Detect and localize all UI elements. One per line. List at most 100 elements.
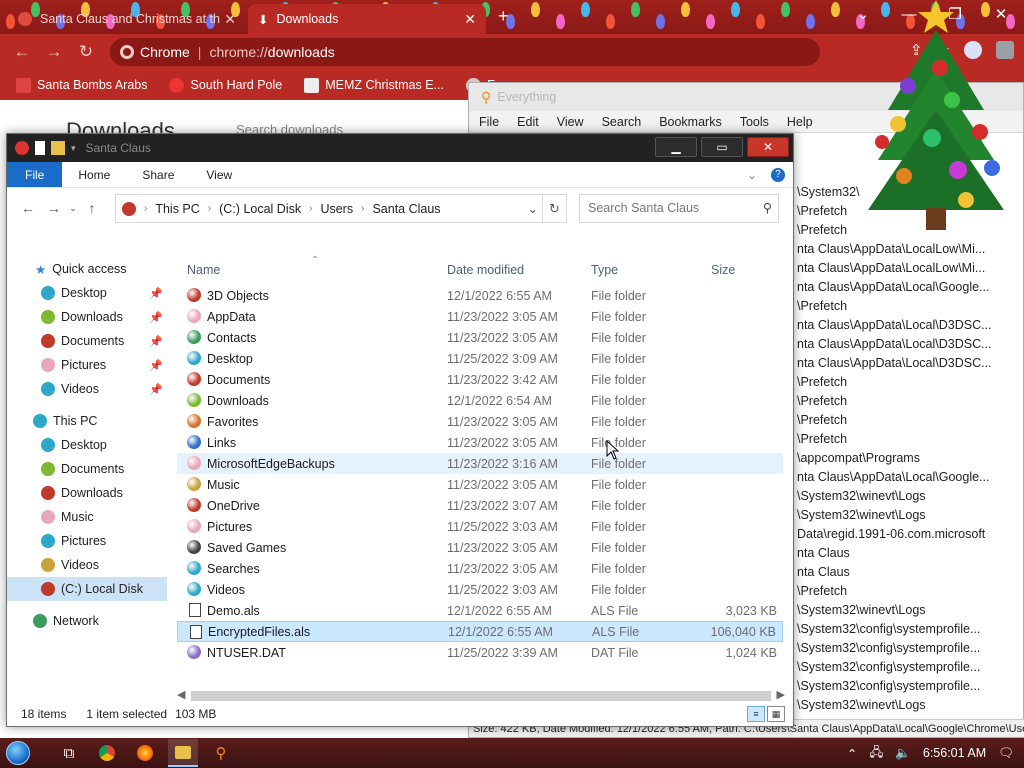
- file-row[interactable]: Videos 11/25/2022 3:03 AM File folder: [177, 579, 783, 600]
- address-bar[interactable]: Chrome | chrome:// downloads: [110, 38, 820, 66]
- close-button[interactable]: ✕: [747, 137, 789, 157]
- file-row[interactable]: OneDrive 11/23/2022 3:07 AM File folder: [177, 495, 783, 516]
- nav-network[interactable]: Network: [7, 609, 167, 633]
- breadcrumb-this-pc[interactable]: This PC: [151, 202, 203, 216]
- chevron-right-icon[interactable]: ›: [140, 203, 151, 214]
- chevron-down-icon[interactable]: ⌄: [528, 201, 538, 216]
- start-button[interactable]: [0, 738, 36, 768]
- everything-result-row[interactable]: \Prefetch: [797, 582, 1024, 601]
- breadcrumb-users[interactable]: Users: [316, 202, 357, 216]
- everything-result-row[interactable]: \Prefetch: [797, 411, 1024, 430]
- large-icons-view-icon[interactable]: ▦: [767, 706, 785, 722]
- nav-quick-videos[interactable]: Videos 📌: [7, 377, 167, 401]
- breadcrumb-local-disk[interactable]: (C:) Local Disk: [215, 202, 305, 216]
- back-arrow-icon[interactable]: ←: [15, 200, 41, 216]
- everything-result-row[interactable]: \System32\winevt\Logs: [797, 601, 1024, 620]
- everything-result-row[interactable]: \System32\config\systemprofile...: [797, 658, 1024, 677]
- menu-search[interactable]: Search: [602, 115, 642, 129]
- show-hidden-icons-icon[interactable]: ⌃: [847, 746, 857, 761]
- nav-quick-downloads[interactable]: Downloads 📌: [7, 305, 167, 329]
- nav-pc-6[interactable]: (C:) Local Disk: [7, 577, 167, 601]
- bookmark-item[interactable]: South Hard Pole: [169, 77, 282, 93]
- nav-pc-1[interactable]: Documents: [7, 457, 167, 481]
- file-row[interactable]: Downloads 12/1/2022 6:54 AM File folder: [177, 390, 783, 411]
- nav-pc-4[interactable]: Pictures: [7, 529, 167, 553]
- everything-result-row[interactable]: nta Claus\AppData\Local\Google...: [797, 468, 1024, 487]
- ribbon-tab-home[interactable]: Home: [62, 162, 126, 187]
- file-row[interactable]: Demo.als 12/1/2022 6:55 AM ALS File 3,023 K…: [177, 600, 783, 621]
- refresh-icon[interactable]: ↻: [542, 195, 566, 222]
- everything-result-row[interactable]: nta Claus\AppData\LocalLow\Mi...: [797, 240, 1024, 259]
- recent-locations-icon[interactable]: ⌄: [67, 203, 79, 214]
- chrome-taskbar-icon[interactable]: [92, 739, 122, 767]
- file-row[interactable]: Contacts 11/23/2022 3:05 AM File folder: [177, 327, 783, 348]
- bookmark-item[interactable]: Santa Bombs Arabs: [16, 77, 147, 93]
- customize-toolbar-icon[interactable]: ▾: [71, 143, 76, 154]
- firefox-taskbar-icon[interactable]: [130, 739, 160, 767]
- everything-result-row[interactable]: nta Claus\AppData\LocalLow\Mi...: [797, 259, 1024, 278]
- everything-result-row[interactable]: Data\regid.1991-06.com.microsoft: [797, 525, 1024, 544]
- horizontal-scrollbar[interactable]: ◀ ▶: [173, 689, 789, 703]
- forward-button[interactable]: →: [38, 42, 70, 62]
- menu-file[interactable]: File: [479, 115, 499, 129]
- column-size[interactable]: Size: [711, 263, 735, 277]
- nav-pc-2[interactable]: Downloads: [7, 481, 167, 505]
- breadcrumb-santa-claus[interactable]: Santa Claus: [368, 202, 444, 216]
- file-row[interactable]: Links 11/23/2022 3:05 AM File folder: [177, 432, 783, 453]
- everything-result-row[interactable]: nta Claus: [797, 544, 1024, 563]
- details-view-icon[interactable]: ≡: [747, 706, 765, 722]
- menu-edit[interactable]: Edit: [517, 115, 539, 129]
- nav-quick-pictures[interactable]: Pictures 📌: [7, 353, 167, 377]
- chevron-right-icon[interactable]: ›: [305, 203, 316, 214]
- file-row[interactable]: EncryptedFiles.als 12/1/2022 6:55 AM ALS F…: [177, 621, 783, 642]
- everything-result-row[interactable]: nta Claus: [797, 563, 1024, 582]
- maximize-button[interactable]: ▭: [701, 137, 743, 157]
- file-row[interactable]: Desktop 11/25/2022 3:09 AM File folder: [177, 348, 783, 369]
- file-row[interactable]: Favorites 11/23/2022 3:05 AM File folder: [177, 411, 783, 432]
- new-tab-button[interactable]: +: [498, 6, 509, 27]
- nav-quick-desktop[interactable]: Desktop 📌: [7, 281, 167, 305]
- chrome-tab-santa[interactable]: Santa Claus and Christmas at th ✕: [8, 4, 246, 34]
- explorer-address-bar[interactable]: › This PC › (C:) Local Disk › Users › Sa…: [115, 194, 567, 223]
- everything-result-row[interactable]: \Prefetch: [797, 392, 1024, 411]
- everything-result-row[interactable]: \System32\config\systemprofile...: [797, 677, 1024, 696]
- everything-result-row[interactable]: \appcompat\Programs: [797, 449, 1024, 468]
- tab-close-icon[interactable]: ✕: [224, 11, 236, 28]
- expand-ribbon-icon[interactable]: ⌄: [747, 168, 757, 182]
- chevron-right-icon[interactable]: ›: [357, 203, 368, 214]
- everything-result-row[interactable]: nta Claus\AppData\Local\D3DSC...: [797, 354, 1024, 373]
- everything-result-row[interactable]: \System32\winevt\Logs: [797, 506, 1024, 525]
- explorer-search-input[interactable]: Search Santa Claus ⚲: [579, 194, 779, 223]
- minimize-button[interactable]: ▁: [655, 137, 697, 157]
- scrollbar-thumb[interactable]: [191, 691, 771, 701]
- new-folder-icon[interactable]: [51, 141, 65, 155]
- chrome-tab-downloads[interactable]: ⬇ Downloads ✕: [248, 4, 486, 34]
- ribbon-tab-share[interactable]: Share: [126, 162, 190, 187]
- chevron-right-icon[interactable]: ›: [204, 203, 215, 214]
- ribbon-tab-file[interactable]: File: [7, 162, 63, 187]
- nav-this-pc[interactable]: This PC: [7, 409, 167, 433]
- everything-result-row[interactable]: \Prefetch: [797, 373, 1024, 392]
- everything-result-row[interactable]: nta Claus\AppData\Local\D3DSC...: [797, 316, 1024, 335]
- scroll-right-icon[interactable]: ▶: [777, 688, 785, 701]
- file-row[interactable]: AppData 11/23/2022 3:05 AM File folder: [177, 306, 783, 327]
- file-row[interactable]: MicrosoftEdgeBackups 11/23/2022 3:16 AM Fi…: [177, 453, 783, 474]
- scroll-left-icon[interactable]: ◀: [177, 688, 185, 701]
- nav-quick-access[interactable]: ★ Quick access: [7, 257, 167, 281]
- back-button[interactable]: ←: [6, 42, 38, 62]
- everything-result-row[interactable]: \System32\config\systemprofile...: [797, 639, 1024, 658]
- file-explorer-taskbar-icon[interactable]: [168, 739, 198, 767]
- up-arrow-icon[interactable]: ↑: [79, 200, 105, 216]
- everything-result-row[interactable]: nta Claus\AppData\Local\Google...: [797, 278, 1024, 297]
- everything-result-row[interactable]: \System32\config\systemprofile...: [797, 620, 1024, 639]
- column-name[interactable]: Name: [187, 263, 220, 277]
- column-type[interactable]: Type: [591, 263, 618, 277]
- volume-icon[interactable]: 🔈: [895, 746, 911, 761]
- nav-quick-documents[interactable]: Documents 📌: [7, 329, 167, 353]
- menu-bookmarks[interactable]: Bookmarks: [659, 115, 722, 129]
- task-view-icon[interactable]: ⧉: [54, 739, 84, 767]
- file-row[interactable]: Saved Games 11/23/2022 3:05 AM File folder: [177, 537, 783, 558]
- file-row[interactable]: Pictures 11/25/2022 3:03 AM File folder: [177, 516, 783, 537]
- ribbon-tab-view[interactable]: View: [190, 162, 248, 187]
- bookmark-item[interactable]: MEMZ Christmas E...: [304, 77, 444, 93]
